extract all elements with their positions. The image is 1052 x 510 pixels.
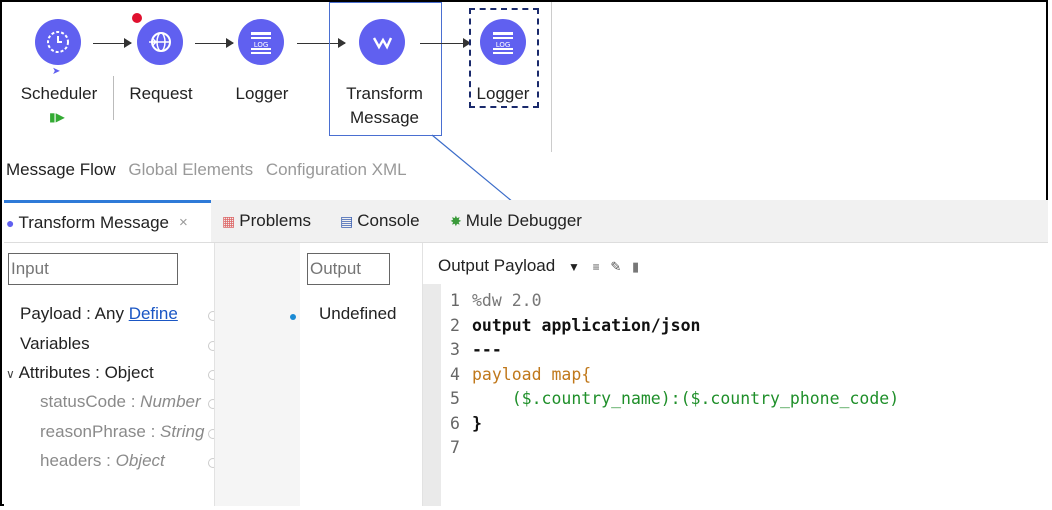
code-line: 5 ($.country_name):($.country_phone_code… [450,389,900,408]
tab-label: Transform Message [18,212,169,232]
tab-label: Console [357,211,420,230]
attributes-label: Attributes : Object [18,363,154,382]
tab-console[interactable]: ▤ Console [340,200,420,242]
transform-icon: ● [6,214,15,231]
code-line: 1 %dw 2.0 [450,291,542,310]
code-line: 4 payload map{ [450,364,592,384]
output-connector-dot[interactable] [290,314,296,320]
close-icon[interactable]: × [179,214,188,231]
tab-label: Mule Debugger [465,211,582,230]
code-header: Output Payload ▼ ≡ ✎ ▮ [438,256,639,276]
tab-mule-debugger[interactable]: ✸ Mule Debugger [450,200,582,242]
chevron-down-icon[interactable]: ∨ [6,367,15,381]
app-frame: ➤ Scheduler ▮▶ Request LOG Logger Transf… [0,0,1048,506]
add-icon[interactable]: ≡ [593,260,600,274]
code-line: 3 --- [450,340,502,359]
define-link[interactable]: Define [129,304,178,323]
code-line: 7 [450,438,460,457]
input-search-field[interactable] [8,253,178,285]
edit-icon[interactable]: ✎ [610,259,621,274]
output-target-select[interactable]: Payload [494,256,555,275]
variables-row[interactable]: Variables [20,334,90,354]
chevron-down-icon[interactable]: ▼ [568,260,580,274]
attributes-row[interactable]: ∨ Attributes : Object [6,363,154,383]
payload-label: Payload : Any [20,304,124,323]
payload-row: Payload : Any Define [20,304,178,324]
output-search-field[interactable] [307,253,390,285]
attr-headers[interactable]: headers : Object [40,451,165,471]
editor-tabbar: ● Transform Message × ▦ Problems ▤ Conso… [4,200,1048,243]
tab-transform-message[interactable]: ● Transform Message × [4,200,211,242]
problems-icon: ▦ [222,212,236,229]
output-value: Undefined [319,304,397,323]
attr-reason-phrase[interactable]: reasonPhrase : String [40,422,204,442]
mapping-area[interactable] [214,243,302,506]
debugger-icon: ✸ [450,212,462,229]
attr-status-code[interactable]: statusCode : Number [40,392,201,412]
code-line: 6} [450,413,482,433]
console-icon: ▤ [340,212,354,229]
tab-label: Problems [239,211,312,230]
code-editor[interactable]: 1 %dw 2.0 2 output application/json 3 --- 4… [450,289,899,461]
code-line: 2 output application/json [450,315,701,335]
editor-gutter [423,284,441,506]
output-label: Output [438,256,490,275]
tab-problems[interactable]: ▦ Problems [222,200,311,242]
delete-icon[interactable]: ▮ [632,259,639,274]
